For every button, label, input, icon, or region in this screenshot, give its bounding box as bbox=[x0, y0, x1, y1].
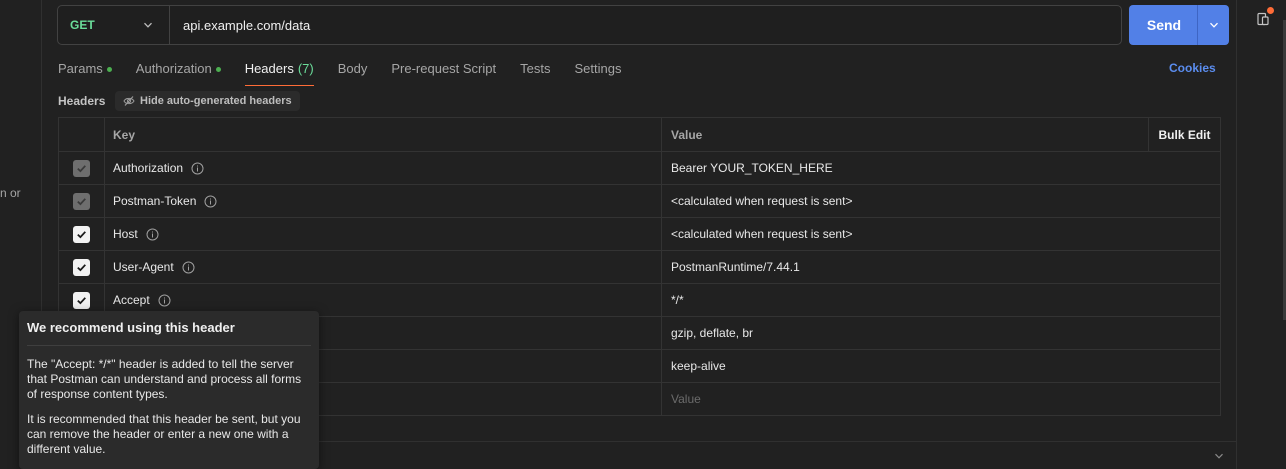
checkmark-icon bbox=[77, 263, 86, 271]
table-header-row: Key Value Bulk Edit bbox=[59, 118, 1220, 151]
row-checkbox[interactable] bbox=[73, 225, 90, 243]
accept-header-tooltip: We recommend using this header The "Acce… bbox=[19, 311, 319, 469]
headers-section-label: Headers bbox=[58, 94, 106, 108]
url-bar: GET api.example.com/data bbox=[57, 5, 1122, 45]
chevron-down-icon bbox=[1209, 22, 1218, 28]
method-select[interactable]: GET bbox=[58, 6, 170, 44]
chevron-down-icon[interactable] bbox=[1214, 451, 1224, 461]
tooltip-paragraph: The "Accept: */*" header is added to tel… bbox=[27, 357, 302, 401]
key-cell[interactable]: Authorization bbox=[105, 152, 662, 184]
info-icon[interactable] bbox=[191, 162, 204, 175]
info-icon[interactable] bbox=[158, 294, 171, 307]
value-cell[interactable]: gzip, deflate, br bbox=[662, 317, 1220, 349]
table-row: Postman-Token <calculated when request i… bbox=[59, 184, 1220, 217]
tab-label: Authorization bbox=[135, 61, 212, 76]
sidebar-cut-text: n or bbox=[0, 186, 21, 200]
tab-label: Tests bbox=[520, 61, 551, 76]
key-text: User-Agent bbox=[113, 260, 174, 274]
key-cell[interactable]: User-Agent bbox=[105, 251, 662, 283]
tab-pre-request-script[interactable]: Pre-request Script bbox=[391, 58, 496, 86]
status-dot bbox=[106, 67, 112, 72]
info-icon[interactable] bbox=[182, 261, 195, 274]
row-checkbox[interactable] bbox=[73, 258, 90, 276]
value-cell[interactable]: PostmanRuntime/7.44.1 bbox=[662, 251, 1220, 283]
notification-dot bbox=[1267, 7, 1274, 14]
status-dot bbox=[215, 67, 221, 72]
tab-label: Settings bbox=[574, 61, 622, 76]
send-options-button[interactable] bbox=[1198, 5, 1229, 45]
checkmark-icon bbox=[77, 296, 86, 304]
method-label: GET bbox=[70, 18, 95, 32]
tab-label: Params bbox=[58, 61, 103, 76]
checkmark-icon bbox=[77, 197, 86, 205]
tooltip-paragraph: It is recommended that this header be se… bbox=[27, 412, 301, 456]
table-row: Host <calculated when request is sent> bbox=[59, 217, 1220, 250]
key-text: Postman-Token bbox=[113, 194, 197, 208]
tab-label: Headers bbox=[244, 61, 294, 76]
check-cell bbox=[59, 251, 105, 283]
checkmark-icon bbox=[77, 164, 86, 172]
row-checkbox[interactable] bbox=[73, 291, 90, 309]
value-cell[interactable]: Bearer YOUR_TOKEN_HERE bbox=[662, 152, 1220, 184]
request-tabs: Params Authorization Headers (7) Body Pre… bbox=[58, 58, 645, 86]
bulk-edit-button[interactable]: Bulk Edit bbox=[1148, 118, 1220, 151]
tab-authorization[interactable]: Authorization bbox=[136, 58, 221, 86]
tab-headers[interactable]: Headers (7) bbox=[244, 58, 314, 86]
info-icon[interactable] bbox=[146, 228, 159, 241]
url-input[interactable]: api.example.com/data bbox=[170, 6, 310, 44]
key-text: Authorization bbox=[113, 161, 184, 175]
key-text: Accept bbox=[113, 293, 150, 307]
tab-label: Pre-request Script bbox=[391, 61, 497, 76]
hide-auto-label: Hide auto-generated headers bbox=[140, 95, 292, 107]
new-value-input[interactable]: Value bbox=[662, 383, 1220, 415]
checkmark-icon bbox=[77, 230, 86, 238]
row-checkbox[interactable] bbox=[73, 159, 90, 177]
eye-off-icon bbox=[123, 96, 135, 106]
cookies-link[interactable]: Cookies bbox=[1169, 61, 1216, 75]
right-sidebar-rail bbox=[1236, 0, 1286, 469]
value-cell[interactable]: keep-alive bbox=[662, 350, 1220, 382]
tab-body[interactable]: Body bbox=[338, 58, 368, 86]
column-header-key: Key bbox=[105, 118, 662, 151]
column-header-value: Value bbox=[671, 127, 703, 142]
key-cell[interactable]: Host bbox=[105, 218, 662, 250]
tab-tests[interactable]: Tests bbox=[520, 58, 550, 86]
value-cell[interactable]: <calculated when request is sent> bbox=[662, 218, 1220, 250]
tab-count: (7) bbox=[297, 61, 314, 76]
send-label: Send bbox=[1146, 17, 1182, 33]
value-cell[interactable]: */* bbox=[662, 284, 1220, 316]
check-cell bbox=[59, 152, 105, 184]
table-row: User-Agent PostmanRuntime/7.44.1 bbox=[59, 250, 1220, 283]
header-check-cell bbox=[59, 118, 105, 151]
tab-settings[interactable]: Settings bbox=[574, 58, 621, 86]
row-checkbox[interactable] bbox=[73, 192, 90, 210]
check-cell bbox=[59, 185, 105, 217]
check-cell bbox=[59, 218, 105, 250]
key-cell[interactable]: Postman-Token bbox=[105, 185, 662, 217]
hide-auto-generated-button[interactable]: Hide auto-generated headers bbox=[115, 91, 300, 111]
key-text: Host bbox=[113, 227, 138, 241]
tab-params[interactable]: Params bbox=[58, 58, 112, 86]
value-cell[interactable]: <calculated when request is sent> bbox=[662, 185, 1220, 217]
chevron-down-icon bbox=[144, 22, 152, 28]
info-icon[interactable] bbox=[204, 195, 217, 208]
tab-label: Body bbox=[337, 61, 368, 76]
send-button[interactable]: Send bbox=[1129, 5, 1229, 45]
tooltip-title: We recommend using this header bbox=[27, 320, 311, 346]
table-row: Authorization Bearer YOUR_TOKEN_HERE bbox=[59, 151, 1220, 184]
